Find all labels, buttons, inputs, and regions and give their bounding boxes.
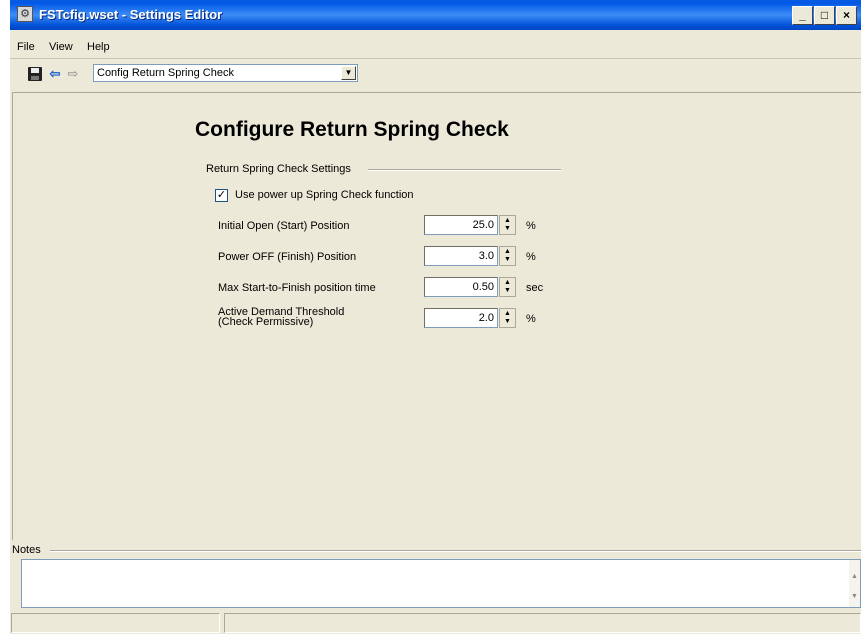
status-pane-left	[11, 613, 220, 633]
notes-divider	[50, 550, 861, 552]
page-select[interactable]: Config Return Spring Check ▼	[93, 64, 358, 82]
menu-file[interactable]: File	[17, 41, 35, 53]
page-select-value: Config Return Spring Check	[97, 67, 234, 79]
spring-check-checkbox[interactable]: ✓	[215, 189, 228, 202]
app-icon[interactable]: ⚙	[17, 6, 33, 22]
spin-down-icon[interactable]: ▼	[502, 256, 513, 264]
active-demand-threshold-spinner[interactable]: ▲ ▼	[499, 308, 516, 328]
spin-up-icon[interactable]: ▲	[502, 310, 513, 318]
spin-up-icon[interactable]: ▲	[502, 279, 513, 287]
status-pane-right	[224, 613, 861, 633]
spring-check-checkbox-label[interactable]: Use power up Spring Check function	[235, 189, 414, 201]
group-divider	[368, 169, 561, 171]
max-position-time-label: Max Start-to-Finish position time	[218, 282, 376, 294]
power-off-position-unit: %	[526, 251, 536, 263]
scroll-up-icon[interactable]: ▲	[850, 573, 859, 581]
window-title: FSTcfig.wset - Settings Editor	[39, 7, 223, 22]
active-demand-threshold-unit: %	[526, 313, 536, 325]
menu-help[interactable]: Help	[87, 41, 110, 53]
active-demand-threshold-input[interactable]: 2.0	[424, 308, 498, 328]
initial-open-position-spinner[interactable]: ▲ ▼	[499, 215, 516, 235]
save-icon[interactable]	[28, 67, 42, 81]
chevron-down-icon[interactable]: ▼	[341, 66, 356, 80]
spin-down-icon[interactable]: ▼	[502, 287, 513, 295]
settings-editor-window: ⚙ FSTcfig.wset - Settings Editor _ □ × F…	[10, 0, 861, 634]
title-bar[interactable]: ⚙ FSTcfig.wset - Settings Editor _ □ ×	[10, 0, 861, 30]
initial-open-position-label: Initial Open (Start) Position	[218, 220, 350, 232]
spin-up-icon[interactable]: ▲	[502, 217, 513, 225]
status-bar	[10, 612, 861, 634]
spin-up-icon[interactable]: ▲	[502, 248, 513, 256]
notes-scrollbar[interactable]: ▲ ▼	[849, 560, 860, 607]
close-button[interactable]: ×	[836, 6, 857, 25]
page-title: Configure Return Spring Check	[195, 118, 509, 141]
initial-open-position-input[interactable]: 25.0	[424, 215, 498, 235]
power-off-position-spinner[interactable]: ▲ ▼	[499, 246, 516, 266]
power-off-position-label: Power OFF (Finish) Position	[218, 251, 357, 263]
notes-textarea[interactable]: ▲ ▼	[21, 559, 861, 608]
spin-down-icon[interactable]: ▼	[502, 225, 513, 233]
back-arrow-icon[interactable]: ⇦	[48, 67, 62, 81]
maximize-button[interactable]: □	[814, 6, 835, 25]
toolbar: ⇦ ⇨ Config Return Spring Check ▼	[10, 62, 861, 86]
spin-down-icon[interactable]: ▼	[502, 318, 513, 326]
group-label: Return Spring Check Settings	[206, 163, 351, 175]
forward-arrow-icon[interactable]: ⇨	[66, 67, 80, 81]
initial-open-position-unit: %	[526, 220, 536, 232]
max-position-time-spinner[interactable]: ▲ ▼	[499, 277, 516, 297]
scroll-down-icon[interactable]: ▼	[850, 593, 859, 601]
active-demand-threshold-sublabel: (Check Permissive)	[218, 316, 314, 328]
menu-view[interactable]: View	[49, 41, 73, 53]
minimize-button[interactable]: _	[792, 6, 813, 25]
menu-bar: File View Help	[10, 36, 861, 59]
settings-panel: Configure Return Spring Check Return Spr…	[12, 92, 861, 540]
notes-label: Notes	[12, 544, 41, 556]
power-off-position-input[interactable]: 3.0	[424, 246, 498, 266]
max-position-time-unit: sec	[526, 282, 544, 294]
max-position-time-input[interactable]: 0.50	[424, 277, 498, 297]
